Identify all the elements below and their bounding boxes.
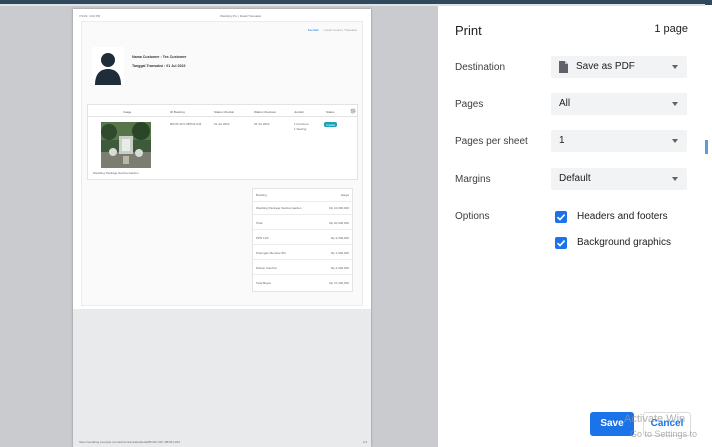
quantity-line-2: 1 Sewing bbox=[294, 127, 307, 131]
table-header-qty: Jumlah bbox=[294, 110, 304, 114]
background-graphics-label[interactable]: Background graphics bbox=[577, 237, 671, 248]
customer-name: Nama Customer : Tes Customer bbox=[132, 55, 187, 59]
summary-value: Rp 2,200,000 bbox=[330, 236, 349, 240]
table-header-checkout: Waktu Checkout bbox=[254, 110, 276, 114]
headers-footers-label[interactable]: Headers and footers bbox=[577, 211, 668, 222]
document-links: Kembali Cetak Invoice | Transaksi bbox=[308, 28, 357, 32]
pages-select[interactable]: All bbox=[551, 93, 687, 115]
summary-row: Booking Harga bbox=[253, 189, 352, 202]
page-empty-area bbox=[73, 309, 371, 447]
summary-value: Harga bbox=[340, 193, 349, 197]
summary-row: PPN 11% Rp 2,200,000 bbox=[253, 232, 352, 245]
summary-table: Booking Harga Wedding Package Samba Gard… bbox=[252, 188, 353, 292]
summary-row: Total Bayar Rp 27,200,000 bbox=[253, 277, 352, 290]
status-badge: Unpaid bbox=[324, 122, 337, 128]
summary-value: Rp 4,000,000 bbox=[330, 266, 349, 270]
margins-value: Default bbox=[559, 173, 591, 184]
garden-photo-image bbox=[101, 122, 151, 168]
package-photo bbox=[101, 122, 151, 168]
summary-row: Total Rp 20,000,000 bbox=[253, 217, 352, 230]
print-invoice-link: Cetak Invoice | Transaksi bbox=[323, 28, 357, 32]
options-label: Options bbox=[455, 211, 490, 222]
pages-label: Pages bbox=[455, 99, 484, 110]
chevron-down-icon bbox=[672, 102, 678, 106]
chevron-down-icon bbox=[672, 65, 678, 69]
right-edge-marker bbox=[705, 140, 708, 154]
table-header-checkin: Status Checkin bbox=[214, 110, 235, 114]
print-title: Print bbox=[455, 23, 482, 38]
summary-label: Total bbox=[256, 221, 263, 225]
summary-row: Potongan Member 8% Rp 1,600,000 bbox=[253, 247, 352, 260]
checkmark-icon bbox=[556, 214, 566, 221]
headers-footers-checkbox[interactable] bbox=[555, 211, 567, 223]
destination-label: Destination bbox=[455, 62, 506, 73]
page-count: 1 page bbox=[654, 23, 688, 35]
package-caption: Wedding Package Samba Garden bbox=[93, 171, 139, 175]
user-silhouette-icon bbox=[92, 47, 124, 85]
summary-label: Total Bayar bbox=[256, 281, 272, 285]
summary-label: Wedding Package Samba Garden bbox=[256, 206, 302, 210]
summary-label: PPN 11% bbox=[256, 236, 269, 240]
activate-windows-watermark: Activate Win bbox=[624, 413, 686, 425]
checkmark-icon bbox=[556, 240, 566, 247]
pages-per-sheet-label: Pages per sheet bbox=[455, 136, 528, 147]
chevron-down-icon bbox=[672, 177, 678, 181]
quantity-line-1: 1 Furniture bbox=[294, 122, 309, 126]
page-header-title: Wedding Pro | Detail Transaksi bbox=[220, 14, 262, 18]
destination-value: Save as PDF bbox=[576, 61, 635, 72]
summary-label: Diskon Voucher bbox=[256, 266, 278, 270]
checkin-date: 01 Jul 2022 bbox=[214, 122, 230, 126]
activate-windows-subtext: Go to Settings to bbox=[630, 429, 698, 439]
back-link: Kembali bbox=[307, 28, 319, 32]
summary-value: Rp 1,600,000 bbox=[330, 251, 349, 255]
pages-per-sheet-value: 1 bbox=[559, 135, 565, 146]
table-header-image: Image bbox=[123, 110, 132, 114]
page-footer-url: https://wedding.example.com/admin/transa… bbox=[79, 440, 180, 444]
document-content: Kembali Cetak Invoice | Transaksi Nama Cu… bbox=[81, 21, 363, 306]
pages-per-sheet-select[interactable]: 1 bbox=[551, 130, 687, 152]
avatar bbox=[92, 47, 124, 85]
summary-label: Booking bbox=[256, 193, 267, 197]
summary-value: Rp 10,000,000 bbox=[329, 206, 349, 210]
transaction-date: Tanggal Transaksi : 01 Jul 2022 bbox=[132, 64, 186, 68]
summary-row: Wedding Package Samba Garden Rp 10,000,0… bbox=[253, 202, 352, 215]
booking-id: BOOK-0D7-0B7D4-043 bbox=[170, 122, 202, 126]
chevron-down-icon bbox=[672, 139, 678, 143]
destination-select[interactable]: Save as PDF bbox=[551, 56, 687, 78]
print-preview-pane[interactable]: 7/1/22, 4:22 PM Wedding Pro | Detail Tra… bbox=[0, 6, 438, 447]
background-graphics-checkbox[interactable] bbox=[555, 237, 567, 249]
summary-value: Rp 20,000,000 bbox=[329, 221, 349, 225]
print-settings-panel: Print 1 page Destination Save as PDF Pag… bbox=[438, 6, 712, 447]
margins-select[interactable]: Default bbox=[551, 168, 687, 190]
checkout-date: 05 Jul 2022 bbox=[254, 122, 270, 126]
page-footer-number: 1/1 bbox=[363, 440, 368, 444]
table-header-status: Status bbox=[326, 110, 335, 114]
booking-table: Image ID Booking Status Checkin Waktu Ch… bbox=[87, 104, 358, 180]
pages-value: All bbox=[559, 98, 571, 109]
summary-value: Rp 27,200,000 bbox=[329, 281, 349, 285]
table-header-id: ID Booking bbox=[170, 110, 185, 114]
summary-row: Diskon Voucher Rp 4,000,000 bbox=[253, 262, 352, 275]
preview-page: 7/1/22, 4:22 PM Wedding Pro | Detail Tra… bbox=[73, 9, 371, 447]
page-header-date: 7/1/22, 4:22 PM bbox=[79, 14, 101, 18]
file-icon bbox=[559, 61, 568, 73]
table-header-divider bbox=[88, 116, 357, 117]
gear-icon bbox=[350, 108, 356, 114]
summary-label: Potongan Member 8% bbox=[256, 251, 286, 255]
margins-label: Margins bbox=[455, 174, 491, 185]
